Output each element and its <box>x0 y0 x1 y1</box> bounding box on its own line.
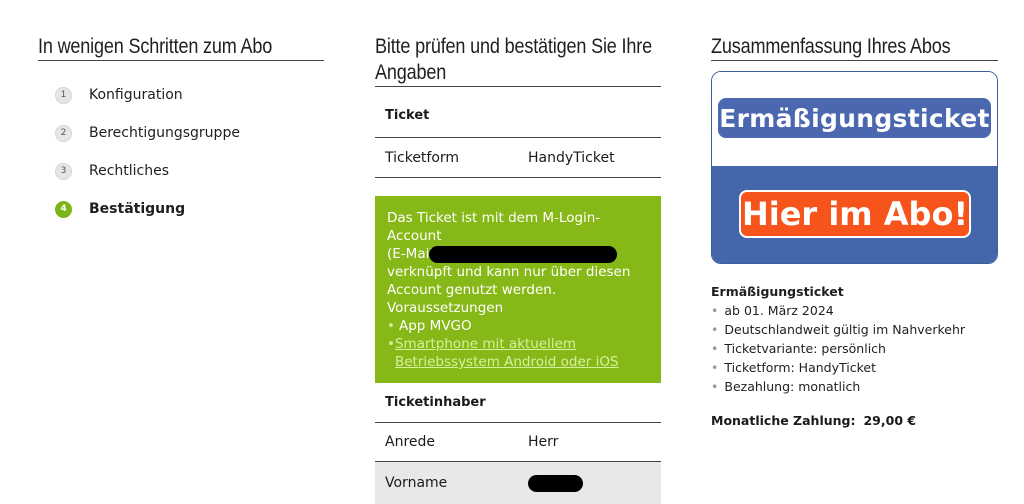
step-list: 1 Konfiguration 2 Berechtigungsgruppe 3 … <box>55 76 240 228</box>
step-bestaetigung[interactable]: 4 Bestätigung <box>55 190 240 228</box>
redacted-vorname <box>528 474 583 492</box>
ticketform-key: Ticketform <box>385 150 460 166</box>
ticketform-value: HandyTicket <box>528 150 615 166</box>
redacted-email <box>429 245 618 263</box>
step-number: 1 <box>55 86 72 104</box>
anrede-row: Anrede Herr <box>375 433 661 451</box>
review-divider <box>375 86 661 87</box>
requirement-item: • Smartphone mit aktuellem Betriebssyste… <box>387 335 649 371</box>
ticketform-divider <box>375 177 661 178</box>
vorname-row: Vorname <box>375 462 661 504</box>
summary-details: Ermäßigungsticket ab 01. März 2024 Deuts… <box>711 282 1011 396</box>
info-line-email: (E-Mail <box>387 245 649 263</box>
anrede-key: Anrede <box>385 434 436 450</box>
detail-item: Bezahlung: monatlich <box>711 377 1011 396</box>
detail-item: Ticketvariante: persönlich <box>711 339 1011 358</box>
step-label: Berechtigungsgruppe <box>89 125 240 141</box>
vorname-key: Vorname <box>385 475 448 491</box>
step-label: Konfiguration <box>89 87 183 103</box>
detail-item: ab 01. März 2024 <box>711 301 1011 320</box>
steps-title: In wenigen Schritten zum Abo <box>38 35 273 58</box>
product-name: Ermäßigungsticket <box>711 284 844 299</box>
account-info-box: Das Ticket ist mit dem M-Login-Account (… <box>375 196 661 383</box>
summary-title: Zusammenfassung Ihres Abos <box>711 35 951 58</box>
detail-list: ab 01. März 2024 Deutschlandweit gültig … <box>711 301 1011 396</box>
info-line: Das Ticket ist mit dem M-Login-Account <box>387 210 601 244</box>
bullet-icon: • <box>387 318 395 334</box>
ticketform-row: Ticketform HandyTicket <box>375 150 661 166</box>
requirement-link[interactable]: Smartphone mit aktuellem Betriebssystem … <box>395 335 649 371</box>
payment-amount: 29,00 € <box>863 413 917 428</box>
steps-divider <box>38 60 324 61</box>
step-label: Bestätigung <box>89 201 186 217</box>
step-number: 4 <box>55 200 72 218</box>
step-number: 2 <box>55 124 72 142</box>
info-line: Account genutzt werden. <box>387 282 557 298</box>
anrede-value: Herr <box>528 434 559 450</box>
requirement-text: App MVGO <box>399 318 472 334</box>
info-line: verknüpft und kann nur über diesen <box>387 264 631 280</box>
holder-section-heading: Ticketinhaber <box>385 395 486 410</box>
requirements-title: Voraussetzungen <box>387 300 504 316</box>
bullet-icon: • <box>387 336 395 352</box>
holder-divider <box>375 422 661 423</box>
banner-ticket-label: Ermäßigungsticket <box>718 98 991 138</box>
detail-item: Deutschlandweit gültig im Nahverkehr <box>711 320 1011 339</box>
step-number: 3 <box>55 162 72 180</box>
step-berechtigungsgruppe[interactable]: 2 Berechtigungsgruppe <box>55 114 240 152</box>
requirement-item: • App MVGO <box>387 317 649 335</box>
monthly-payment: Monatliche Zahlung: 29,00 € <box>711 413 916 428</box>
review-title: Bitte prüfen und bestätigen Sie Ihre Ang… <box>375 35 652 84</box>
ticket-divider <box>375 137 661 138</box>
payment-label: Monatliche Zahlung: <box>711 413 856 428</box>
step-rechtliches[interactable]: 3 Rechtliches <box>55 152 240 190</box>
step-konfiguration[interactable]: 1 Konfiguration <box>55 76 240 114</box>
step-label: Rechtliches <box>89 163 170 179</box>
banner-abo-label: Hier im Abo! <box>739 190 971 238</box>
product-banner-image: Ermäßigungsticket Hier im Abo! <box>711 71 998 264</box>
info-line: (E-Mail <box>387 246 434 262</box>
detail-item: Ticketform: HandyTicket <box>711 358 1011 377</box>
summary-divider <box>711 60 998 61</box>
ticket-section-heading: Ticket <box>385 108 430 123</box>
